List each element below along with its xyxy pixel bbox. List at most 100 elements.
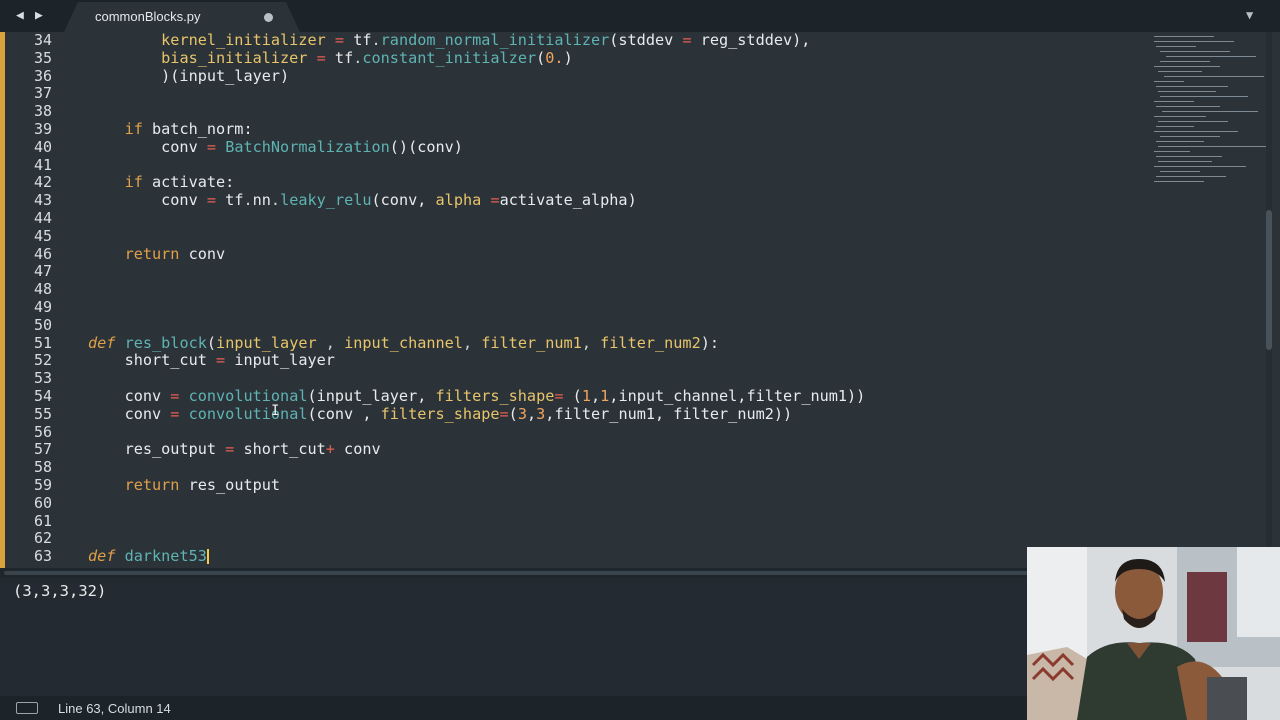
line-number: 37: [33, 84, 52, 103]
code-line[interactable]: if batch_norm:: [88, 120, 865, 139]
code-token: =: [225, 440, 235, 459]
code-token: activate_alpha): [499, 191, 637, 210]
horizontal-scrollbar-thumb[interactable]: [4, 571, 1134, 575]
code-token: return: [124, 475, 180, 494]
code-token: random_normal_initializer: [380, 32, 610, 49]
vertical-scrollbar-thumb[interactable]: [1266, 210, 1272, 350]
code-token: reg_stddev),: [691, 32, 811, 49]
code-line[interactable]: [88, 530, 865, 548]
code-line[interactable]: if activate:: [88, 173, 865, 192]
line-number: 45: [33, 226, 52, 245]
minimap-line: [1162, 111, 1258, 112]
tab-menu-chevron-icon[interactable]: ▼: [1246, 8, 1253, 22]
line-number: 39: [33, 119, 52, 138]
code-line[interactable]: [88, 263, 865, 281]
code-token: bias_initializer: [161, 48, 308, 67]
code-line[interactable]: [88, 281, 865, 299]
code-token: (conv,: [371, 191, 436, 210]
code-token: =: [490, 191, 500, 210]
code-line[interactable]: conv = convolutional(conv , filters_shap…: [88, 404, 865, 424]
line-number: 49: [33, 297, 52, 316]
code-editor[interactable]: 34 35 36 37 38 39 40 41 42 43 44 45 46 47 48 49 50 51 52 53…: [0, 32, 1280, 568]
panel-toggle-icon[interactable]: [16, 702, 38, 714]
code-line[interactable]: )(input_layer): [88, 67, 865, 86]
code-token: res_output: [88, 440, 226, 459]
code-token: ):: [700, 333, 720, 352]
code-token: conv: [88, 137, 207, 156]
code-line[interactable]: def res_block(input_layer , input_channe…: [88, 333, 865, 353]
presenter-image: [1027, 547, 1280, 720]
code-line[interactable]: [88, 228, 865, 246]
code-token: filter_num2: [600, 333, 701, 352]
code-line[interactable]: [88, 495, 865, 513]
code-token: 1: [581, 386, 591, 405]
minimap-line: [1158, 71, 1202, 72]
code-token: (: [536, 48, 546, 67]
modified-lines-marker: [0, 32, 5, 568]
back-arrow-icon[interactable]: ◀: [16, 8, 24, 23]
code-token: tf: [216, 191, 244, 210]
code-token: input_channel: [344, 333, 463, 352]
code-line[interactable]: [88, 157, 865, 175]
minimap[interactable]: [1146, 34, 1268, 184]
line-number: 41: [33, 155, 52, 174]
code-area[interactable]: kernel_initializer = tf.random_normal_in…: [88, 32, 865, 566]
code-line[interactable]: conv = BatchNormalization()(conv): [88, 137, 865, 157]
line-number: 61: [33, 511, 52, 530]
code-token: 3: [536, 404, 546, 423]
minimap-line: [1156, 176, 1226, 177]
code-line[interactable]: [88, 513, 865, 531]
minimap-line: [1154, 66, 1220, 67]
code-line[interactable]: [88, 210, 865, 228]
code-line[interactable]: conv = tf.nn.leaky_relu(conv, alpha =act…: [88, 191, 865, 210]
code-line[interactable]: bias_initializer = tf.constant_initialze…: [88, 48, 865, 68]
code-token: conv: [88, 386, 171, 405]
code-token: darknet53: [124, 547, 207, 566]
line-number: 35: [33, 48, 52, 67]
code-token: (: [508, 404, 518, 423]
code-line[interactable]: [88, 370, 865, 388]
minimap-line: [1154, 36, 1214, 37]
code-token: ,filter_num1, filter_num2)): [545, 404, 793, 423]
line-number: 50: [33, 315, 52, 334]
code-token: res_block: [124, 333, 207, 352]
tab-title[interactable]: commonBlocks.py: [95, 9, 200, 24]
code-line[interactable]: [88, 85, 865, 103]
code-token: return: [124, 244, 180, 263]
code-line[interactable]: short_cut = input_layer: [88, 351, 865, 370]
code-token: =: [554, 386, 564, 405]
code-line[interactable]: conv = convolutional(input_layer, filter…: [88, 386, 866, 406]
code-token: filter_num1: [481, 333, 582, 352]
code-line[interactable]: kernel_initializer = tf.random_normal_in…: [88, 32, 865, 50]
minimap-line: [1156, 141, 1204, 142]
code-token: conv: [179, 244, 226, 263]
code-line[interactable]: [88, 424, 865, 442]
code-line[interactable]: [88, 317, 865, 335]
unsaved-dot-icon[interactable]: [264, 13, 273, 22]
code-line[interactable]: return res_output: [88, 475, 865, 495]
code-line[interactable]: [88, 459, 865, 477]
code-token: ,: [581, 333, 601, 352]
code-line[interactable]: res_output = short_cut+ conv: [88, 440, 865, 459]
code-token: =: [499, 404, 509, 423]
code-token: =: [682, 32, 692, 49]
line-number: 47: [33, 262, 52, 281]
code-token: tf: [325, 48, 354, 67]
code-token: input_layer: [225, 351, 335, 370]
forward-arrow-icon[interactable]: ▶: [35, 8, 43, 23]
code-token: conv: [88, 404, 171, 423]
code-token: tf: [344, 32, 372, 49]
code-line[interactable]: [88, 299, 865, 317]
code-line[interactable]: def darknet53: [88, 547, 865, 566]
code-line[interactable]: [88, 103, 865, 121]
minimap-line: [1154, 166, 1246, 167]
code-token: =: [316, 48, 326, 67]
code-token: res_output: [179, 475, 281, 494]
code-line[interactable]: return conv: [88, 244, 865, 264]
minimap-line: [1158, 121, 1228, 122]
